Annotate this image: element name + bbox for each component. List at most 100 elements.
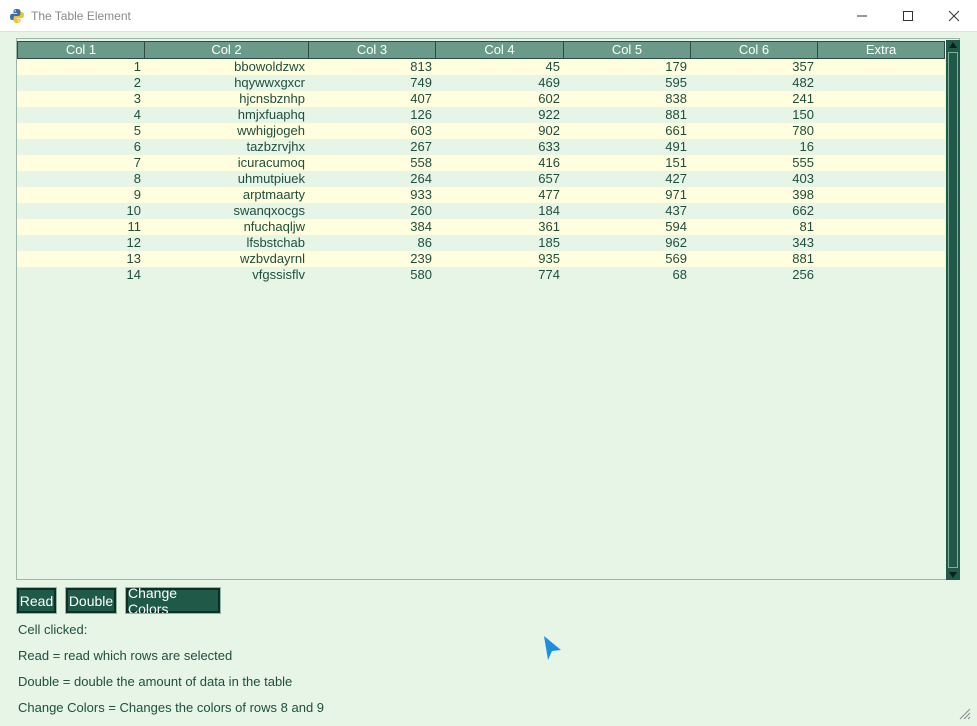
table-cell[interactable]: 881: [691, 251, 818, 267]
table-cell[interactable]: [818, 203, 945, 219]
close-button[interactable]: [931, 0, 977, 31]
table-cell[interactable]: 256: [691, 267, 818, 283]
table-cell[interactable]: 482: [691, 75, 818, 91]
maximize-button[interactable]: [885, 0, 931, 31]
table-cell[interactable]: hmjxfuaphq: [145, 107, 309, 123]
table-cell[interactable]: 86: [309, 235, 436, 251]
table-row[interactable]: 8 uhmutpiuek 264 657 427 403: [17, 171, 945, 187]
table-cell[interactable]: 558: [309, 155, 436, 171]
table-cell[interactable]: lfsbstchab: [145, 235, 309, 251]
table-cell[interactable]: [818, 187, 945, 203]
table-row[interactable]: 9 arptmaarty 933 477 971 398: [17, 187, 945, 203]
table-cell[interactable]: 6: [17, 139, 145, 155]
table-cell[interactable]: wzbvdayrnl: [145, 251, 309, 267]
table-cell[interactable]: [818, 267, 945, 283]
column-header-extra[interactable]: Extra: [818, 41, 945, 59]
table-cell[interactable]: 594: [564, 219, 691, 235]
data-table[interactable]: Col 1 Col 2 Col 3 Col 4 Col 5 Col 6 Extr…: [16, 38, 960, 580]
column-header-col1[interactable]: Col 1: [17, 41, 145, 59]
table-cell[interactable]: 239: [309, 251, 436, 267]
table-cell[interactable]: 602: [436, 91, 564, 107]
scroll-down-arrow[interactable]: [946, 570, 960, 580]
table-cell[interactable]: 151: [564, 155, 691, 171]
table-cell[interactable]: arptmaarty: [145, 187, 309, 203]
table-cell[interactable]: 971: [564, 187, 691, 203]
table-row[interactable]: 13 wzbvdayrnl 239 935 569 881: [17, 251, 945, 267]
table-cell[interactable]: [818, 171, 945, 187]
table-cell[interactable]: 8: [17, 171, 145, 187]
table-cell[interactable]: wwhigjogeh: [145, 123, 309, 139]
table-cell[interactable]: 403: [691, 171, 818, 187]
table-cell[interactable]: 477: [436, 187, 564, 203]
table-cell[interactable]: 357: [691, 59, 818, 75]
table-cell[interactable]: 5: [17, 123, 145, 139]
double-button[interactable]: Double: [65, 587, 117, 614]
table-cell[interactable]: 45: [436, 59, 564, 75]
table-row[interactable]: 12 lfsbstchab 86 185 962 343: [17, 235, 945, 251]
resize-grip-icon[interactable]: [959, 708, 971, 720]
column-header-col3[interactable]: Col 3: [309, 41, 436, 59]
table-cell[interactable]: 416: [436, 155, 564, 171]
table-cell[interactable]: 662: [691, 203, 818, 219]
column-header-col4[interactable]: Col 4: [436, 41, 564, 59]
table-cell[interactable]: 241: [691, 91, 818, 107]
table-cell[interactable]: hjcnsbznhp: [145, 91, 309, 107]
table-cell[interactable]: [818, 123, 945, 139]
minimize-button[interactable]: [839, 0, 885, 31]
table-cell[interactable]: 595: [564, 75, 691, 91]
table-cell[interactable]: 14: [17, 267, 145, 283]
table-cell[interactable]: 469: [436, 75, 564, 91]
table-cell[interactable]: 661: [564, 123, 691, 139]
table-row[interactable]: 4 hmjxfuaphq 126 922 881 150: [17, 107, 945, 123]
scroll-thumb[interactable]: [948, 52, 958, 568]
table-cell[interactable]: 184: [436, 203, 564, 219]
table-cell[interactable]: 267: [309, 139, 436, 155]
table-cell[interactable]: 12: [17, 235, 145, 251]
table-cell[interactable]: 4: [17, 107, 145, 123]
table-cell[interactable]: [818, 251, 945, 267]
table-row[interactable]: 5 wwhigjogeh 603 902 661 780: [17, 123, 945, 139]
table-cell[interactable]: [818, 219, 945, 235]
table-cell[interactable]: uhmutpiuek: [145, 171, 309, 187]
table-cell[interactable]: [818, 59, 945, 75]
read-button[interactable]: Read: [16, 587, 57, 614]
change-colors-button[interactable]: Change Colors: [125, 585, 221, 617]
table-cell[interactable]: 902: [436, 123, 564, 139]
table-cell[interactable]: 398: [691, 187, 818, 203]
table-cell[interactable]: 813: [309, 59, 436, 75]
table-cell[interactable]: tazbzrvjhx: [145, 139, 309, 155]
table-cell[interactable]: 3: [17, 91, 145, 107]
table-cell[interactable]: 7: [17, 155, 145, 171]
table-cell[interactable]: 11: [17, 219, 145, 235]
table-cell[interactable]: 13: [17, 251, 145, 267]
table-cell[interactable]: 179: [564, 59, 691, 75]
table-cell[interactable]: [818, 139, 945, 155]
table-cell[interactable]: 10: [17, 203, 145, 219]
table-row[interactable]: 2 hqywwxgxcr 749 469 595 482: [17, 75, 945, 91]
table-row[interactable]: 7 icuracumoq 558 416 151 555: [17, 155, 945, 171]
table-row[interactable]: 10 swanqxocgs 260 184 437 662: [17, 203, 945, 219]
table-cell[interactable]: 922: [436, 107, 564, 123]
table-cell[interactable]: 427: [564, 171, 691, 187]
table-cell[interactable]: 260: [309, 203, 436, 219]
table-cell[interactable]: 603: [309, 123, 436, 139]
table-row[interactable]: 6 tazbzrvjhx 267 633 491 16: [17, 139, 945, 155]
table-cell[interactable]: [818, 235, 945, 251]
table-cell[interactable]: nfuchaqljw: [145, 219, 309, 235]
table-cell[interactable]: 657: [436, 171, 564, 187]
table-cell[interactable]: hqywwxgxcr: [145, 75, 309, 91]
table-cell[interactable]: 774: [436, 267, 564, 283]
table-cell[interactable]: 264: [309, 171, 436, 187]
column-header-col6[interactable]: Col 6: [691, 41, 818, 59]
table-cell[interactable]: 935: [436, 251, 564, 267]
column-header-col5[interactable]: Col 5: [564, 41, 691, 59]
table-cell[interactable]: 1: [17, 59, 145, 75]
scroll-up-arrow[interactable]: [946, 40, 960, 50]
table-cell[interactable]: 838: [564, 91, 691, 107]
table-cell[interactable]: 16: [691, 139, 818, 155]
table-cell[interactable]: 407: [309, 91, 436, 107]
table-cell[interactable]: 185: [436, 235, 564, 251]
table-cell[interactable]: 555: [691, 155, 818, 171]
table-cell[interactable]: 126: [309, 107, 436, 123]
table-cell[interactable]: 633: [436, 139, 564, 155]
